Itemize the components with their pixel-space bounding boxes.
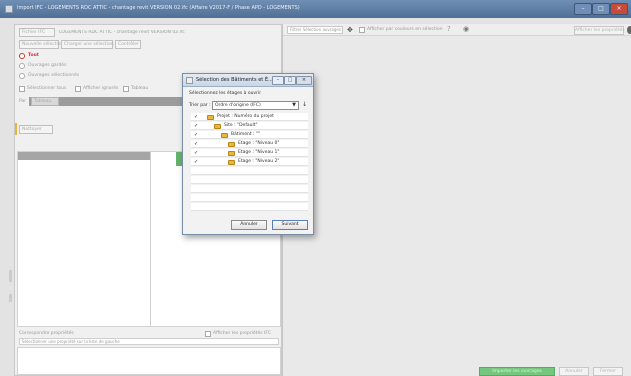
chevron-down-icon: ▼ bbox=[292, 102, 296, 108]
tree-row[interactable]: ✓ Etage : "Niveau 0" bbox=[191, 140, 308, 148]
import-button[interactable]: Importer les ouvrages bbox=[479, 367, 555, 376]
radio-selected-label: Ouvrages sélectionnés bbox=[28, 73, 80, 78]
sort-direction-icon[interactable]: ↓ bbox=[302, 101, 307, 108]
left-edge-marker-2 bbox=[9, 294, 12, 302]
app-icon bbox=[5, 5, 13, 13]
select-all-checkbox[interactable] bbox=[19, 86, 25, 92]
tree-row[interactable]: ✓ Etage : "Niveau 1" bbox=[191, 149, 308, 157]
show-ignored-label: Afficher ignorés bbox=[83, 86, 119, 91]
dialog-icon bbox=[186, 77, 193, 84]
title-bar: Import IFC - LOGEMENTS RDC ATTIC - chant… bbox=[0, 0, 631, 18]
sort-select-value: Ordre d'origine (IFC) bbox=[215, 103, 261, 108]
show-colors-checkbox[interactable] bbox=[359, 27, 365, 33]
property-input-placeholder: Sélectionner une propriété sur la liste … bbox=[22, 339, 120, 344]
tree-row-label: Bâtiment : "" bbox=[231, 132, 261, 137]
maximize-button[interactable]: □ bbox=[592, 3, 610, 15]
cancel-main-button[interactable]: Annuler bbox=[559, 367, 589, 376]
clean-tab[interactable]: Nettoyer bbox=[19, 125, 53, 134]
tree-row[interactable]: ✓ Etage : "Niveau 2" bbox=[191, 158, 308, 166]
filter-value[interactable]: Tableau bbox=[31, 97, 59, 106]
minimize-button[interactable]: – bbox=[574, 3, 592, 15]
left-edge-marker bbox=[9, 270, 12, 282]
dialog-maximize-button[interactable]: □ bbox=[284, 76, 296, 85]
dialog-next-button[interactable]: Suivant bbox=[272, 220, 308, 230]
sort-select[interactable]: Ordre d'origine (IFC) ▼ bbox=[212, 101, 299, 110]
properties-button[interactable]: Afficher les propriétés bbox=[574, 26, 625, 35]
tree-row[interactable]: ✓ Bâtiment : "" bbox=[191, 131, 308, 139]
tree-row-empty bbox=[191, 167, 308, 175]
preview-canvas[interactable] bbox=[283, 36, 631, 366]
dialog-title-bar: Sélection des Bâtiments et É... – □ × bbox=[183, 74, 313, 87]
folder-icon bbox=[214, 124, 221, 129]
dialog-title: Sélection des Bâtiments et É... bbox=[196, 77, 273, 83]
settings-icon[interactable] bbox=[627, 26, 631, 34]
folder-icon bbox=[228, 160, 235, 165]
properties-grid-header bbox=[18, 152, 150, 160]
tree-row-empty bbox=[191, 185, 308, 193]
filter-input-placeholder: Filtrer Sélection ouvrages bbox=[290, 27, 341, 32]
correspondence-label: Correspondre propriétés bbox=[19, 331, 74, 336]
grid-divider bbox=[150, 152, 151, 326]
bottom-list bbox=[17, 347, 281, 375]
help-icon[interactable]: ? bbox=[447, 25, 451, 33]
dialog-cancel-button[interactable]: Annuler bbox=[231, 220, 267, 230]
table-checkbox[interactable] bbox=[123, 86, 129, 92]
eye-icon[interactable]: ◉ bbox=[463, 25, 469, 33]
dialog-minimize-button[interactable]: – bbox=[272, 76, 284, 85]
check-icon[interactable]: ✓ bbox=[194, 122, 198, 130]
show-colors-label: Afficher par couleurs en sélection bbox=[367, 27, 443, 32]
tree-row-empty bbox=[191, 203, 308, 211]
property-input[interactable]: Sélectionner une propriété sur la liste … bbox=[19, 338, 279, 345]
show-ifc-properties-label: Afficher les propriétés IFC bbox=[213, 331, 272, 336]
close-main-button[interactable]: Fermer bbox=[593, 367, 623, 376]
right-toolbar: Filtrer Sélection ouvrages ✥ Afficher pa… bbox=[283, 24, 631, 36]
close-button[interactable]: × bbox=[610, 3, 628, 15]
ifc-file-path: LOGEMENTS RDC ATTIC - chantage revit VER… bbox=[59, 30, 185, 35]
tree-row[interactable]: ✓ Projet : Numéro du projet bbox=[191, 113, 308, 121]
tree-row-empty bbox=[191, 176, 308, 184]
tree-row-label: Etage : "Niveau 0" bbox=[238, 141, 280, 146]
sort-label: Trier par : bbox=[189, 103, 211, 108]
tree-row[interactable]: ✓ Site : "Default" bbox=[191, 122, 308, 130]
table-label: Tableau bbox=[131, 86, 149, 91]
tree-row-label: Etage : "Niveau 1" bbox=[238, 150, 280, 155]
show-ignored-checkbox[interactable] bbox=[75, 86, 81, 92]
check-icon[interactable]: ✓ bbox=[194, 140, 198, 148]
ifc-file-button[interactable]: Fichier IFC bbox=[19, 28, 55, 37]
section-marker bbox=[15, 123, 17, 135]
storey-tree: ✓ Projet : Numéro du projet ✓ Site : "Defau… bbox=[191, 113, 308, 286]
radio-generic-label: Ouvrages gardés bbox=[28, 63, 67, 68]
tab-load-selection[interactable]: Charger une sélection bbox=[61, 40, 114, 49]
check-icon[interactable]: ✓ bbox=[194, 158, 198, 166]
folder-icon bbox=[228, 142, 235, 147]
tree-row-label: Etage : "Niveau 2" bbox=[238, 159, 280, 164]
dialog-close-button[interactable]: × bbox=[296, 76, 312, 85]
filter-input[interactable]: Filtrer Sélection ouvrages bbox=[287, 26, 343, 34]
show-ifc-properties-checkbox[interactable] bbox=[205, 331, 211, 337]
tree-row-label: Projet : Numéro du projet bbox=[217, 114, 274, 119]
check-icon[interactable]: ✓ bbox=[194, 131, 198, 139]
check-icon[interactable]: ✓ bbox=[194, 113, 198, 121]
radio-all[interactable] bbox=[19, 53, 25, 59]
tab-new-selection[interactable]: Nouvelle sélection bbox=[19, 40, 63, 49]
filter-label: Par bbox=[19, 99, 27, 104]
folder-icon bbox=[221, 133, 228, 138]
window-title: Import IFC - LOGEMENTS RDC ATTIC - chant… bbox=[17, 5, 300, 11]
check-icon[interactable]: ✓ bbox=[194, 149, 198, 157]
radio-all-label: Tout bbox=[28, 53, 39, 58]
tree-row-empty bbox=[191, 194, 308, 202]
tab-check[interactable]: Contrôler bbox=[115, 40, 141, 49]
dialog-instruction: Sélectionnez les étages à ouvrir bbox=[189, 91, 262, 96]
radio-selected[interactable] bbox=[19, 73, 25, 79]
radio-generic[interactable] bbox=[19, 63, 25, 69]
select-all-label: Sélectionner tous bbox=[27, 86, 67, 91]
move-icon[interactable]: ✥ bbox=[347, 26, 353, 34]
right-panel: Filtrer Sélection ouvrages ✥ Afficher pa… bbox=[282, 24, 631, 376]
building-storey-dialog: Sélection des Bâtiments et É... – □ × Sé… bbox=[182, 73, 314, 235]
tree-row-label: Site : "Default" bbox=[224, 123, 258, 128]
folder-icon bbox=[207, 115, 214, 120]
folder-icon bbox=[228, 151, 235, 156]
